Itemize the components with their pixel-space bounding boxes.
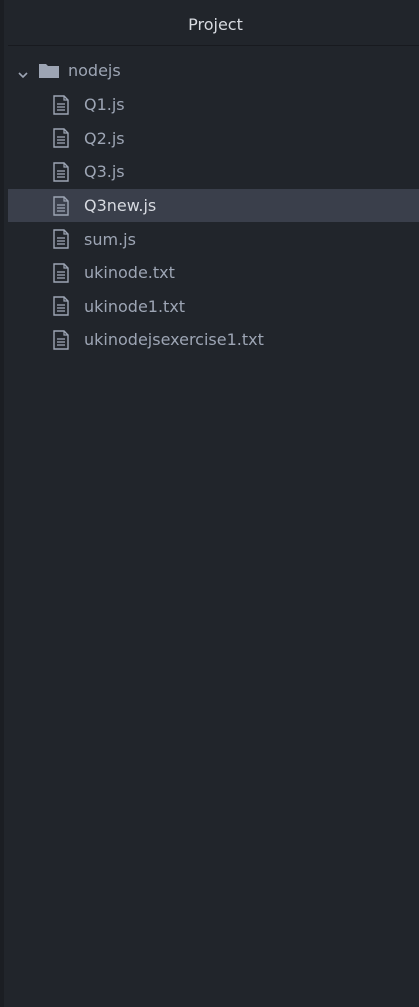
file-row[interactable]: sum.js: [8, 222, 419, 256]
panel-title: Project: [8, 4, 419, 46]
file-row[interactable]: Q3new.js: [8, 188, 419, 223]
file-row[interactable]: ukinode.txt: [8, 256, 419, 290]
file-text-icon: [52, 296, 70, 317]
file-text-icon: [52, 229, 70, 249]
file-row[interactable]: Q2.js: [8, 122, 419, 156]
folder-row-nodejs[interactable]: nodejs: [8, 52, 419, 88]
file-label: sum.js: [84, 229, 136, 249]
file-label: ukinodejsexercise1.txt: [84, 330, 264, 350]
file-text-icon: [52, 263, 70, 283]
folder-icon: [38, 61, 60, 79]
file-text-icon: [52, 195, 70, 216]
file-label: Q3new.js: [84, 196, 157, 216]
file-label: Q3.js: [84, 162, 125, 182]
file-row[interactable]: Q1.js: [8, 88, 419, 122]
chevron-down-icon[interactable]: [18, 65, 28, 79]
file-list: Q1.js Q2.js Q3.js Q3new.js sum.js ukinode.txt…: [8, 88, 419, 357]
file-text-icon: [52, 128, 70, 149]
file-label: Q1.js: [84, 95, 125, 115]
file-label: Q2.js: [84, 128, 125, 148]
file-label: ukinode.txt: [84, 263, 175, 283]
file-row[interactable]: ukinodejsexercise1.txt: [8, 323, 419, 357]
file-row[interactable]: ukinode1.txt: [8, 290, 419, 324]
file-text-icon: [52, 330, 70, 350]
file-label: ukinode1.txt: [84, 296, 186, 316]
file-text-icon: [52, 95, 70, 115]
file-tree: nodejs Q1.js Q2.js Q3.js Q3new.js sum.js ukin…: [8, 52, 419, 357]
folder-label: nodejs: [68, 60, 121, 80]
file-text-icon: [52, 162, 70, 182]
file-row[interactable]: Q3.js: [8, 155, 419, 189]
project-panel: Project nodejs Q1.js Q2.js Q3.js Q3new.js su…: [0, 0, 419, 1007]
